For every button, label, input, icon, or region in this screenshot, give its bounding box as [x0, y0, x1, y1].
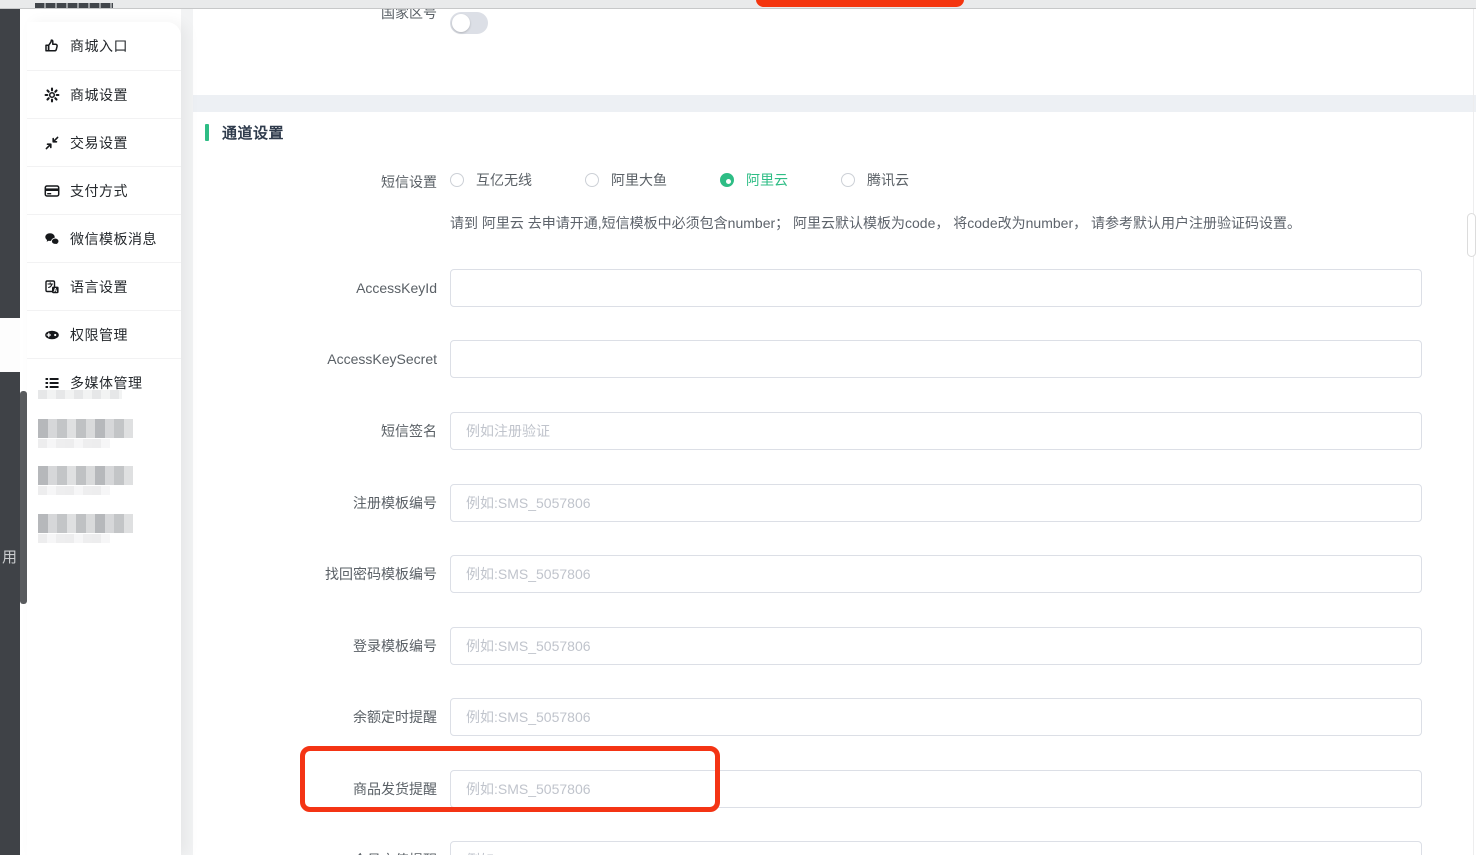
right-edge-divider: [1473, 9, 1474, 855]
sms-provider-label: 短信设置: [193, 172, 437, 192]
radio-label: 腾讯云: [867, 170, 909, 190]
field-label: 短信签名: [193, 412, 437, 450]
redacted-text: [38, 466, 133, 485]
app-window: 用 国家区号 通道设置 短信设置 互亿无线 阿里大鱼 阿里云 腾讯云 请到 阿里…: [0, 0, 1476, 855]
sms-signature-input[interactable]: [450, 412, 1422, 450]
sms-provider-radio-group: 互亿无线 阿里大鱼 阿里云 腾讯云: [450, 170, 962, 190]
sidebar-item-permission-management[interactable]: 权限管理: [27, 310, 181, 358]
sidebar-item-label: 交易设置: [70, 133, 128, 153]
recharge-reminder-input[interactable]: [450, 841, 1422, 855]
radio-tencent-cloud[interactable]: 腾讯云: [841, 170, 909, 190]
sidebar-item-redacted[interactable]: [38, 514, 133, 543]
sidebar-item-wechat-template-messages[interactable]: 微信模板消息: [27, 214, 181, 262]
redacted-subtext: [38, 486, 110, 495]
field-label: 找回密码模板编号: [193, 555, 437, 593]
redacted-subtext: [38, 439, 110, 448]
sidebar-item-language-settings[interactable]: A 语言设置: [27, 262, 181, 310]
translate-icon: A: [44, 279, 60, 295]
browser-top-strip: [0, 0, 1476, 9]
toggle-knob: [452, 14, 470, 32]
country-code-toggle[interactable]: [450, 12, 488, 34]
register-template-input[interactable]: [450, 484, 1422, 522]
section-header: 通道设置: [205, 122, 284, 143]
clipped-tab-title: [35, 3, 113, 8]
sidebar-content-gutter: [181, 9, 193, 855]
sidebar-item-mall-settings[interactable]: 商城设置: [27, 70, 181, 118]
redacted-text: [38, 419, 133, 438]
redacted-text-fragment: [38, 390, 122, 399]
sidebar-item-mall-entry[interactable]: 商城入口: [27, 22, 181, 70]
radio-ali-dayu[interactable]: 阿里大鱼: [585, 170, 667, 190]
radio-icon: [585, 173, 599, 187]
redacted-subtext: [38, 534, 110, 543]
sidebar-item-label: 权限管理: [70, 325, 128, 345]
sidebar-item-label: 商城设置: [70, 85, 128, 105]
annotation-marker-top: [756, 0, 964, 7]
list-icon: [44, 375, 60, 391]
scrollbar-thumb[interactable]: [1467, 213, 1476, 257]
sidebar-item-payment-methods[interactable]: 支付方式: [27, 166, 181, 214]
sidebar-item-label: 商城入口: [70, 36, 128, 56]
compress-arrows-icon: [44, 135, 60, 151]
radio-selected-icon: [720, 173, 734, 187]
background-scrollbar: [20, 391, 27, 604]
gamepad-icon: [44, 327, 60, 343]
provider-helper-text: 请到 阿里云 去申请开通,短信模板中必须包含number； 阿里云默认模板为co…: [450, 213, 1301, 233]
radio-aliyun-selected[interactable]: 阿里云: [720, 170, 788, 190]
field-label: 登录模板编号: [193, 627, 437, 665]
sidebar: 商城入口 商城设置 交易设置: [27, 22, 181, 855]
background-window-notch: [0, 318, 20, 372]
shipping-reminder-input[interactable]: [450, 770, 1422, 808]
radio-huyi-wireless[interactable]: 互亿无线: [450, 170, 532, 190]
sidebar-item-label: 支付方式: [70, 181, 128, 201]
sidebar-item-redacted[interactable]: [38, 419, 133, 448]
radio-icon: [841, 173, 855, 187]
chat-bubbles-icon: [44, 231, 60, 247]
sidebar-item-label: 微信模板消息: [70, 229, 157, 249]
credit-card-icon: [44, 183, 60, 199]
field-label: 注册模板编号: [193, 484, 437, 522]
section-title: 通道设置: [222, 122, 284, 143]
accesskeyid-input[interactable]: [450, 269, 1422, 307]
redacted-text: [38, 514, 133, 533]
hand-pointer-icon: [44, 38, 60, 54]
radio-label: 阿里云: [746, 170, 788, 190]
field-label: 商品发货提醒: [193, 770, 437, 808]
field-label: 会员充值提醒: [193, 841, 437, 855]
field-label: AccessKeySecret: [193, 340, 437, 378]
balance-reminder-input[interactable]: [450, 698, 1422, 736]
field-label: 余额定时提醒: [193, 698, 437, 736]
background-window-glyph: 用: [2, 546, 20, 567]
sidebar-item-redacted[interactable]: [38, 466, 133, 495]
accesskeysecret-input[interactable]: [450, 340, 1422, 378]
section-divider-band: [193, 95, 1476, 112]
radio-icon: [450, 173, 464, 187]
section-accent-bar: [205, 124, 209, 141]
gear-icon: [44, 87, 60, 103]
svg-text:A: A: [53, 287, 57, 293]
background-window-edge: [0, 4, 20, 855]
field-label: AccessKeyId: [193, 269, 437, 307]
radio-label: 阿里大鱼: [611, 170, 667, 190]
radio-label: 互亿无线: [476, 170, 532, 190]
sidebar-item-trade-settings[interactable]: 交易设置: [27, 118, 181, 166]
password-recovery-template-input[interactable]: [450, 555, 1422, 593]
login-template-input[interactable]: [450, 627, 1422, 665]
sidebar-item-label: 语言设置: [70, 277, 128, 297]
